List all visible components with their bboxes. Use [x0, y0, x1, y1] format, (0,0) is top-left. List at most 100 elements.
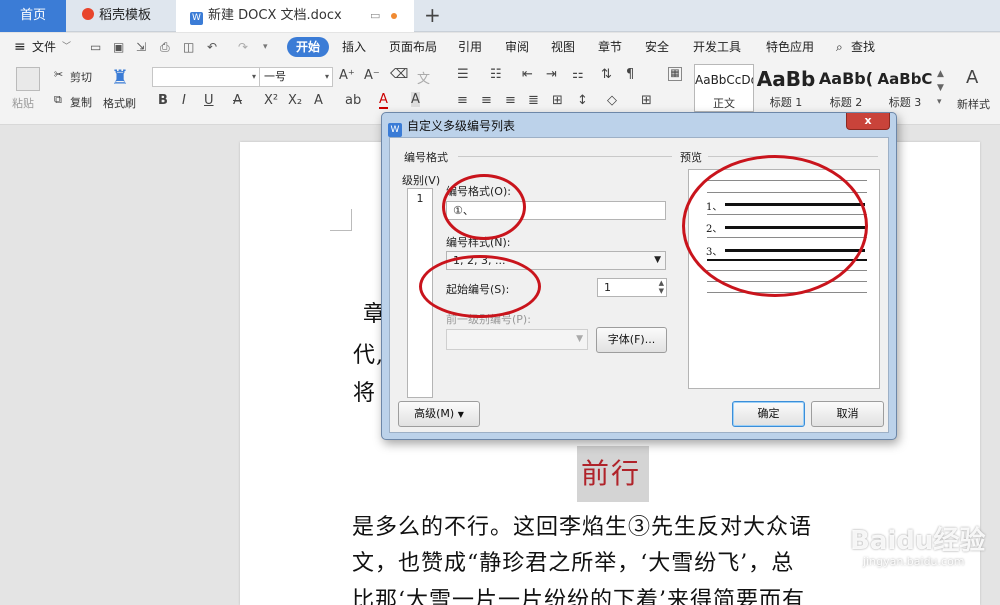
baidu-watermark-url: jingyan.baidu.com: [863, 555, 965, 568]
show-marks-icon[interactable]: ¶: [626, 67, 634, 82]
save-icon[interactable]: ▣: [113, 33, 124, 61]
numbered-list-icon[interactable]: ☷: [490, 67, 502, 82]
grow-font-icon[interactable]: A⁺: [339, 68, 355, 83]
cancel-button[interactable]: 取消: [811, 401, 884, 427]
tab-home[interactable]: 首页: [0, 0, 66, 32]
ok-button[interactable]: 确定: [732, 401, 805, 427]
underline-icon[interactable]: U: [204, 93, 214, 108]
menu-developer[interactable]: 开发工具: [693, 33, 741, 61]
margin-corner-mark: [330, 209, 352, 231]
style-heading-1[interactable]: AaBb 标题 1: [756, 64, 816, 112]
start-at-spinner[interactable]: 1 ▲ ▼: [597, 278, 667, 297]
sort-icon[interactable]: ⇅: [601, 67, 612, 82]
shading-icon[interactable]: ◇: [607, 93, 617, 108]
justify-icon[interactable]: ≣: [528, 93, 539, 108]
previous-level-select[interactable]: ▼: [446, 329, 588, 350]
style-heading-3-name: 标题 3: [888, 96, 922, 109]
font-button[interactable]: 字体(F)...: [596, 327, 667, 353]
align-left-icon[interactable]: ≡: [457, 93, 468, 108]
clear-format-icon[interactable]: ⌫: [390, 67, 408, 82]
tab-document[interactable]: W 新建 DOCX 文档.docx ▭: [176, 0, 414, 32]
doc-partial-char-2: 代,: [353, 343, 384, 368]
menu-file[interactable]: 文件: [32, 33, 56, 61]
style-normal[interactable]: AaBbCcDd 正文: [694, 64, 754, 112]
style-heading-1-name: 标题 1: [769, 96, 803, 109]
close-button[interactable]: x: [846, 113, 890, 130]
doc-heading[interactable]: 前行: [581, 452, 641, 492]
monitor-icon[interactable]: ▭: [370, 0, 380, 32]
font-color-icon[interactable]: A: [379, 92, 388, 109]
format-painter-icon: ♜: [111, 65, 129, 89]
chevron-down-icon[interactable]: ﹀: [62, 33, 71, 61]
text-box-icon[interactable]: ▦: [668, 67, 682, 81]
borders-icon[interactable]: ⊞: [641, 93, 652, 108]
tab-template[interactable]: 稻壳模板: [66, 0, 174, 32]
menu-start[interactable]: 开始: [287, 37, 330, 57]
superscript-icon[interactable]: X²: [264, 93, 278, 108]
number-format-group-title: 编号格式: [404, 151, 448, 164]
strikethrough-icon[interactable]: A: [233, 93, 242, 108]
group-divider: [458, 156, 672, 157]
hamburger-icon[interactable]: ≡: [14, 33, 26, 61]
decrease-indent-icon[interactable]: ⇤: [522, 67, 533, 82]
menu-page-layout[interactable]: 页面布局: [389, 33, 437, 61]
phonetic-icon[interactable]: 文: [417, 68, 430, 87]
increase-indent-icon[interactable]: ⇥: [546, 67, 557, 82]
menu-view[interactable]: 视图: [551, 33, 575, 61]
print-icon[interactable]: ⎙: [160, 33, 170, 61]
preview-icon[interactable]: ◫: [183, 33, 194, 61]
quick-access-dropdown-icon[interactable]: ▾: [263, 33, 268, 61]
copy-button[interactable]: 复制: [70, 94, 92, 110]
style-heading-2-name: 标题 2: [829, 96, 863, 109]
chinese-layout-icon[interactable]: ⚏: [572, 67, 584, 82]
style-heading-2-preview: AaBb(: [818, 69, 874, 88]
export-icon[interactable]: ⇲: [136, 33, 146, 61]
undo-icon[interactable]: ↶: [207, 33, 217, 61]
new-tab-plus-icon[interactable]: +: [424, 0, 441, 32]
cut-button[interactable]: 剪切: [70, 69, 92, 85]
advanced-button[interactable]: 高级(M) ▼: [398, 401, 480, 427]
align-right-icon[interactable]: ≡: [505, 93, 516, 108]
new-style-button[interactable]: 新样式: [957, 96, 990, 112]
menu-review[interactable]: 审阅: [505, 33, 529, 61]
style-heading-1-preview: AaBb: [756, 67, 816, 91]
doc-line-3[interactable]: 比那‘大雪一片一片纷纷的下着’来得简要而有: [352, 582, 805, 605]
menu-features[interactable]: 特色应用: [766, 33, 814, 61]
font-name-select[interactable]: ▾: [152, 67, 260, 87]
shrink-font-icon[interactable]: A⁻: [364, 68, 380, 83]
menu-section[interactable]: 章节: [598, 33, 622, 61]
redo-icon[interactable]: ↷: [238, 33, 248, 61]
menu-security[interactable]: 安全: [645, 33, 669, 61]
italic-icon[interactable]: I: [182, 93, 186, 108]
paste-button[interactable]: 粘贴: [12, 95, 34, 111]
spinner-arrows-icon[interactable]: ▲ ▼: [659, 279, 664, 295]
menu-insert[interactable]: 插入: [342, 33, 366, 61]
subscript-icon[interactable]: X₂: [288, 93, 302, 108]
style-normal-preview: AaBbCcDd: [695, 73, 754, 87]
advanced-arrow-icon: ▼: [457, 410, 464, 419]
doc-line-2[interactable]: 文，也赞成“静珍君之所举，‘大雪纷飞’，总: [352, 545, 794, 577]
format-painter-button[interactable]: 格式刷: [103, 95, 136, 111]
level-item-1[interactable]: 1: [408, 189, 432, 209]
text-effect-icon[interactable]: A: [314, 93, 323, 108]
menu-search[interactable]: 查找: [851, 33, 875, 61]
doc-line-1[interactable]: 是多么的不行。这回李焰生③先生反对大众语: [352, 509, 812, 541]
char-shading-icon[interactable]: A: [411, 92, 420, 107]
copy-icon: ⧉: [54, 93, 62, 106]
font-size-select[interactable]: 一号 ▾: [259, 67, 333, 87]
doc-partial-char-3: 将: [353, 381, 377, 406]
distribute-icon[interactable]: ⊞: [552, 93, 563, 108]
line-spacing-icon[interactable]: ↕: [577, 93, 588, 108]
menu-reference[interactable]: 引用: [458, 33, 482, 61]
style-heading-3[interactable]: AaBbC 标题 3: [876, 64, 934, 112]
search-icon[interactable]: ⌕: [836, 33, 843, 61]
styles-scroll-icon[interactable]: ▲ ▼ ▾: [937, 67, 944, 109]
open-folder-icon[interactable]: ▭: [90, 33, 101, 61]
highlight-icon[interactable]: ab: [345, 93, 361, 108]
paste-icon[interactable]: [16, 67, 40, 91]
align-center-icon[interactable]: ≡: [481, 93, 492, 108]
style-heading-2[interactable]: AaBb( 标题 2: [818, 64, 874, 112]
bullet-list-icon[interactable]: ☰: [457, 67, 469, 82]
unsaved-dot-icon: [391, 13, 397, 19]
bold-icon[interactable]: B: [158, 93, 168, 108]
